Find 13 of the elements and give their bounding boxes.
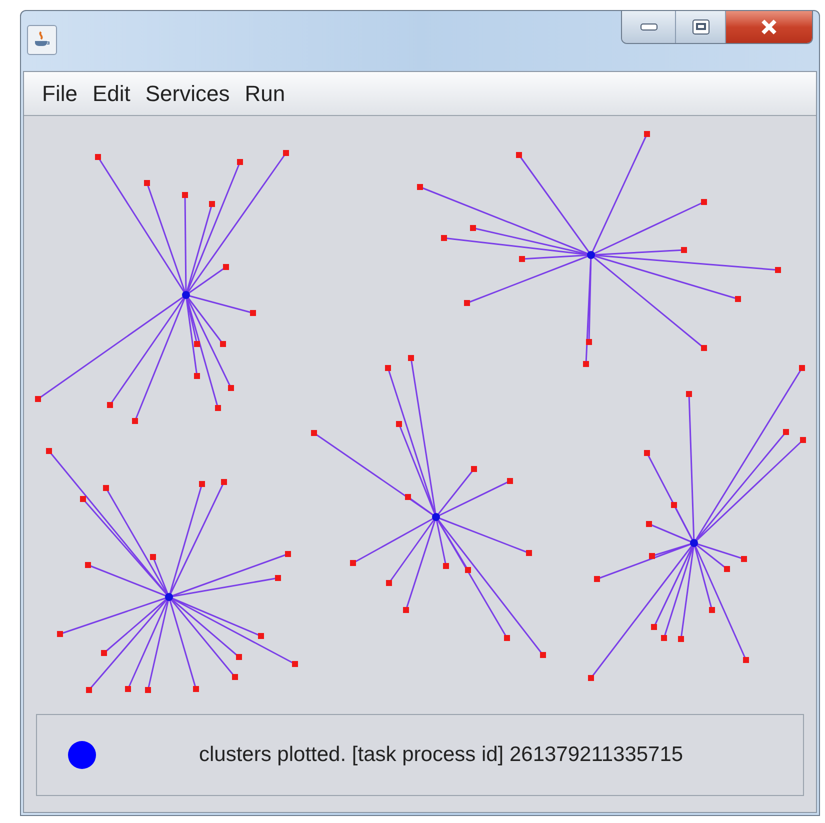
status-message: clusters plotted. [task process id] 261379211335715 xyxy=(199,742,684,768)
menu-item[interactable]: Services xyxy=(145,77,230,110)
close-icon xyxy=(760,19,778,35)
close-button[interactable] xyxy=(726,11,812,43)
minimize-button[interactable] xyxy=(622,11,676,43)
maximize-icon xyxy=(692,19,710,35)
menu-item[interactable]: Edit xyxy=(92,77,130,110)
java-cup-icon xyxy=(27,25,57,55)
status-dot-icon xyxy=(67,740,97,770)
menu-item[interactable]: File xyxy=(42,77,78,110)
menu-item[interactable]: Run xyxy=(244,77,286,110)
minimize-icon xyxy=(640,23,658,31)
maximize-button[interactable] xyxy=(676,11,726,43)
